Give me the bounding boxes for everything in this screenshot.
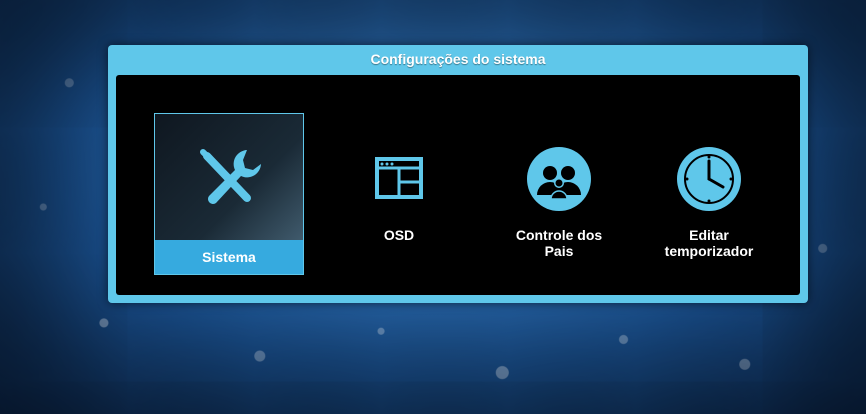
menu-item-editar-temporizador[interactable]: Editar temporizador [634,115,784,275]
menu-item-sistema[interactable]: Sistema [154,113,304,275]
system-settings-panel: Configurações do sistema Sistema OSD Con… [108,45,808,303]
parental-people-icon [523,143,595,215]
menu-item-osd[interactable]: OSD [324,115,474,275]
tools-icon [193,142,265,214]
panel-title: Configurações do sistema [370,51,546,67]
menu-container: Sistema OSD Controle dos Pais Editar tem… [116,75,800,295]
menu-item-label: Editar temporizador [664,227,754,259]
menu-item-controle-dos-pais[interactable]: Controle dos Pais [484,115,634,275]
menu-item-label: Controle dos Pais [515,227,603,259]
menu-item-label: OSD [383,227,415,243]
window-layout-icon [363,143,435,215]
clock-icon [673,143,745,215]
menu-item-label: Sistema [202,249,256,265]
